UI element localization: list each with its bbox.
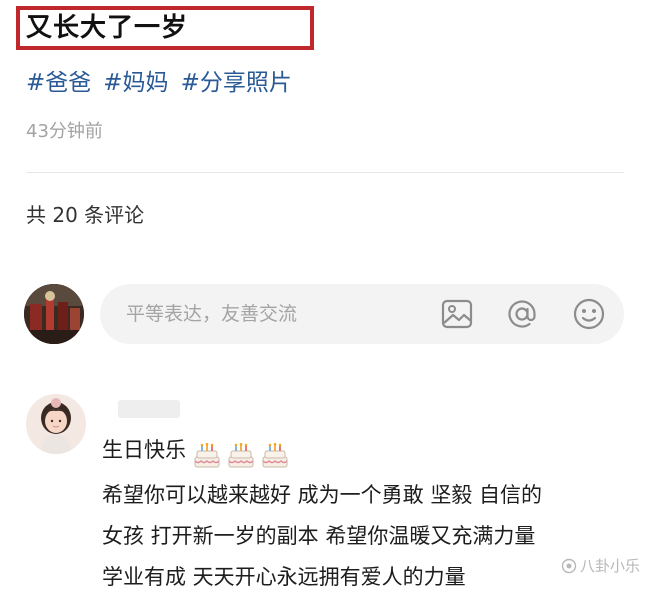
watermark-text: 八卦小乐 [579,557,640,575]
emoji-icon[interactable] [572,297,606,331]
hashtag-list: #爸爸 #妈妈 #分享照片 [26,68,292,98]
mention-icon[interactable] [505,297,539,331]
comment-line-2: 希望你可以越来越好 成为一个勇敢 坚毅 自信的 [102,483,543,507]
cake-emoji-row [192,434,294,475]
comment-line-3: 女孩 打开新一岁的副本 希望你温暖又充满力量 [102,524,536,548]
divider [26,172,624,173]
comment-greeting: 生日快乐 [102,438,186,462]
post-page: 又长大了一岁 #爸爸 #妈妈 #分享照片 43分钟前 共 20 条评论 平等表达… [0,0,650,590]
hashtag-share-photo[interactable]: #分享照片 [181,68,292,98]
post-time: 43分钟前 [26,121,103,142]
commenter-name-redacted [118,400,180,418]
comment-count: 共 20 条评论 [26,203,145,227]
comment-text: 生日快乐 希望你可以越来越好 成为一个勇敢 坚毅 自信的 女孩 打开新一岁的副本… [102,430,632,590]
comment-line-1: 生日快乐 [102,430,632,475]
post-title: 又长大了一岁 [26,13,189,43]
hashtag-dad[interactable]: #爸爸 [26,68,91,98]
avatar-photo [24,284,84,344]
comment-input-placeholder: 平等表达，友善交流 [126,303,298,325]
comment-line-4: 学业有成 天天开心永远拥有爱人的力量 [102,565,466,589]
hashtag-mom[interactable]: #妈妈 [103,68,168,98]
comment-input[interactable]: 平等表达，友善交流 [100,284,624,344]
commenter-photo [26,394,86,454]
commenter-avatar[interactable] [26,394,86,454]
watermark: 八卦小乐 [561,556,640,576]
watermark-logo-icon [561,558,577,574]
image-icon[interactable] [440,297,474,331]
avatar[interactable] [24,284,84,344]
birthday-cake-icon [226,442,256,468]
birthday-cake-icon [260,442,290,468]
birthday-cake-icon [192,442,222,468]
